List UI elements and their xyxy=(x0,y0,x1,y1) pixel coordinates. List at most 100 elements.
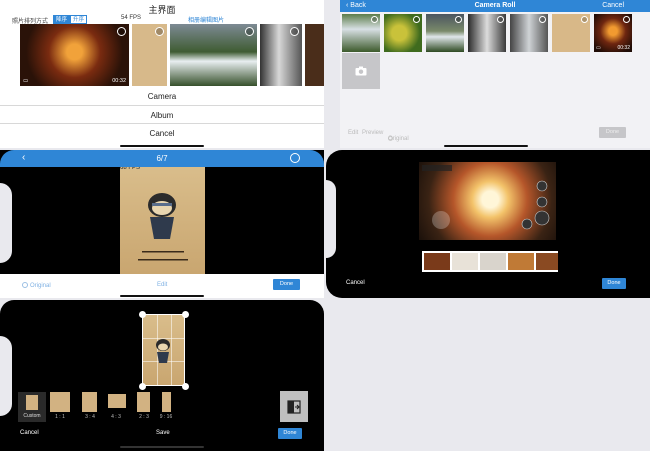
check-circle-icon[interactable] xyxy=(455,16,462,23)
home-indicator xyxy=(120,145,204,147)
ninja-illustration xyxy=(138,193,188,261)
video-duration: 00:32 xyxy=(617,45,630,51)
photo-thumbnail[interactable] xyxy=(132,24,167,86)
photo-thumbnail[interactable] xyxy=(305,24,324,86)
video-duration: 00:32 xyxy=(112,78,126,84)
camera-option[interactable]: Camera xyxy=(0,92,324,101)
fps-indicator: 54 FPS xyxy=(121,15,142,21)
check-circle-icon[interactable] xyxy=(539,16,546,23)
frame-thumbnail xyxy=(424,253,450,270)
page-counter: 6/7 xyxy=(156,154,168,163)
video-player[interactable] xyxy=(419,162,556,240)
ratio-label: 9 : 16 xyxy=(159,414,173,420)
bottom-toolbar: Edit Preview Original Done xyxy=(340,124,650,142)
edit-button[interactable]: Edit xyxy=(348,130,358,136)
done-button[interactable]: Done xyxy=(278,428,302,439)
main-interface-panel: 主界面 照片排列方式 降序 升序 54 FPS 相册编辑图片 ▭ 00:32 C… xyxy=(0,0,324,148)
device-notch xyxy=(0,183,12,263)
divider xyxy=(0,123,324,124)
done-button[interactable]: Done xyxy=(599,127,626,138)
original-label: Original xyxy=(388,136,409,142)
ratio-thumbnail xyxy=(26,395,38,410)
done-button[interactable]: Done xyxy=(602,278,626,289)
home-indicator xyxy=(120,295,204,297)
rotate-button[interactable] xyxy=(280,391,308,422)
crop-handle-bottom-left[interactable] xyxy=(139,383,146,390)
sort-asc-option[interactable]: 升序 xyxy=(70,15,87,24)
photo-cell[interactable] xyxy=(510,14,548,52)
original-label: Original xyxy=(30,283,51,289)
check-circle-icon[interactable] xyxy=(155,27,164,36)
rotate-flip-icon xyxy=(287,399,301,414)
photo-cell[interactable] xyxy=(552,14,590,52)
cancel-button[interactable]: Cancel xyxy=(346,280,365,286)
home-indicator xyxy=(444,145,528,147)
crop-handle-top-left[interactable] xyxy=(139,311,146,318)
sort-desc-option[interactable]: 降序 xyxy=(53,15,70,24)
photo-cell[interactable] xyxy=(342,14,380,52)
photo-cell[interactable] xyxy=(426,14,464,52)
device-notch xyxy=(326,180,336,258)
check-circle-icon[interactable] xyxy=(581,16,588,23)
save-button[interactable]: Save xyxy=(156,430,170,436)
ratio-thumbnail xyxy=(108,394,126,408)
camera-capture-button[interactable] xyxy=(342,53,380,89)
check-circle-icon[interactable] xyxy=(623,16,630,23)
check-circle-icon[interactable] xyxy=(413,16,420,23)
frame-thumbnail xyxy=(508,253,534,270)
photo-thumbnail[interactable]: ▭ 00:32 xyxy=(20,24,129,86)
check-circle-icon[interactable] xyxy=(245,27,254,36)
edit-button[interactable]: Edit xyxy=(157,282,167,288)
cancel-option[interactable]: Cancel xyxy=(0,129,324,138)
video-icon: ▭ xyxy=(596,45,601,51)
game-hud xyxy=(422,165,550,230)
video-cell[interactable]: ▭ 00:32 xyxy=(594,14,632,52)
ninja-illustration xyxy=(156,339,170,363)
page-title: 主界面 xyxy=(148,5,176,15)
frame-timeline[interactable] xyxy=(422,251,558,272)
cancel-button[interactable]: Cancel xyxy=(602,0,624,12)
check-circle-icon[interactable] xyxy=(497,16,504,23)
photo-thumbnail[interactable] xyxy=(260,24,302,86)
ratio-label: Custom xyxy=(23,413,41,419)
crop-handle-bottom-right[interactable] xyxy=(182,383,189,390)
album-option[interactable]: Album xyxy=(0,111,324,120)
photo-cell[interactable] xyxy=(468,14,506,52)
photo-strip[interactable]: ▭ 00:32 xyxy=(20,24,324,86)
frame-thumbnail xyxy=(480,253,506,270)
ratio-custom-option[interactable]: Custom xyxy=(18,392,46,422)
ratio-thumbnail xyxy=(162,392,171,412)
check-circle-icon[interactable] xyxy=(371,16,378,23)
video-edit-panel: Cancel Done xyxy=(326,150,650,298)
preview-button[interactable]: Preview xyxy=(362,130,383,136)
camera-roll-panel: ‹ Back Camera Roll Cancel ▭ 00:32 Edit P… xyxy=(340,0,650,148)
check-circle-icon[interactable] xyxy=(290,27,299,36)
crop-area[interactable] xyxy=(142,314,185,386)
cancel-button[interactable]: Cancel xyxy=(20,430,39,436)
crop-panel: Custom 1 : 1 3 : 4 4 : 3 2 : 3 9 : 16 Ca… xyxy=(0,300,324,451)
select-circle-icon[interactable] xyxy=(290,153,300,163)
frame-thumbnail xyxy=(536,253,558,270)
preview-panel: 68 FPS ‹ 6/7 Original Edit Done xyxy=(0,150,324,298)
nav-bar: ‹ 6/7 xyxy=(0,150,324,167)
device-notch xyxy=(0,336,12,416)
divider xyxy=(0,105,324,106)
ratio-thumbnail xyxy=(82,392,97,412)
select-album-link[interactable]: 相册编辑图片 xyxy=(188,15,224,24)
photo-cell[interactable] xyxy=(384,14,422,52)
check-circle-icon[interactable] xyxy=(117,27,126,36)
preview-image[interactable] xyxy=(120,167,205,274)
photo-thumbnail[interactable] xyxy=(170,24,257,86)
ratio-label: 1 : 1 xyxy=(55,414,65,420)
ratio-thumbnail xyxy=(137,392,150,412)
original-toggle[interactable]: Original xyxy=(22,282,51,289)
crop-handle-top-right[interactable] xyxy=(182,311,189,318)
ratio-thumbnail xyxy=(50,392,70,412)
radio-icon xyxy=(22,282,28,288)
frame-thumbnail xyxy=(452,253,478,270)
done-button[interactable]: Done xyxy=(273,279,300,290)
nav-bar: ‹ Back Camera Roll Cancel xyxy=(340,0,650,12)
video-icon: ▭ xyxy=(23,78,29,84)
camera-icon xyxy=(355,66,367,76)
home-indicator xyxy=(120,446,204,448)
